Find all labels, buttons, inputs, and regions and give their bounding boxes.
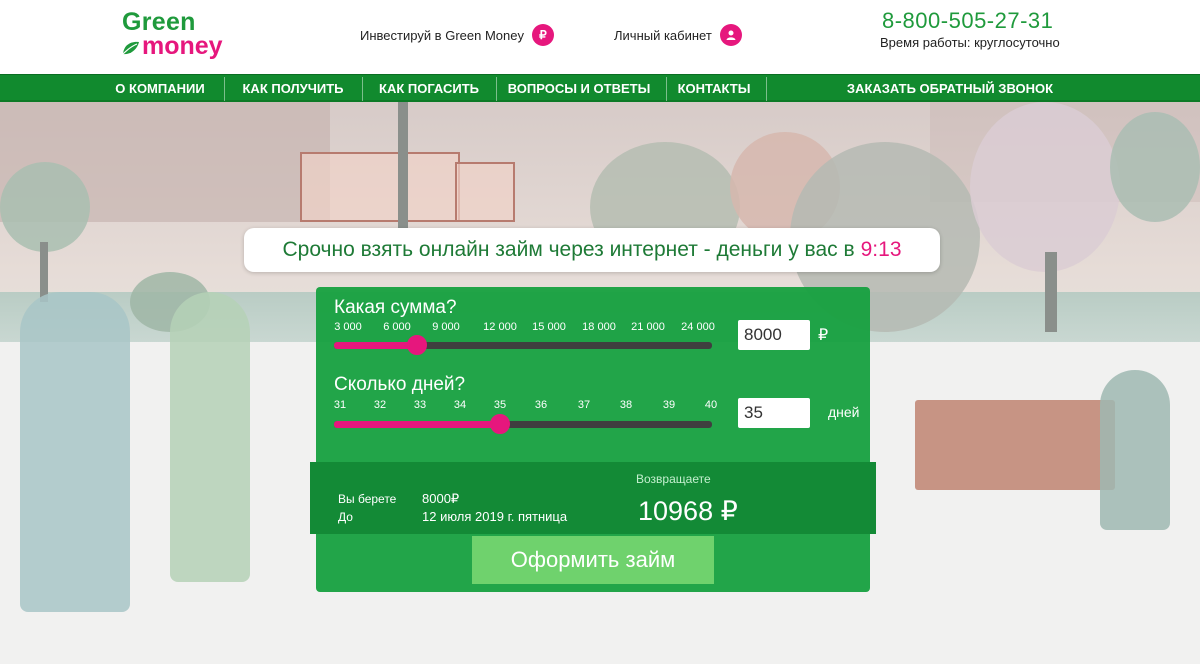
user-icon [719, 24, 742, 46]
money-tree [1110, 112, 1200, 222]
personal-account-link[interactable]: Личный кабинет [614, 24, 742, 46]
street-pole [398, 102, 408, 232]
invest-link[interactable]: Инвестируй в Green Money ₽ [360, 24, 554, 46]
sitting-man-figure [1100, 370, 1170, 530]
amount-tick: 18 000 [582, 321, 616, 333]
apply-loan-button[interactable]: Оформить займ [472, 536, 714, 584]
amount-input[interactable] [738, 320, 810, 350]
nav-divider [362, 77, 363, 101]
days-tick: 34 [453, 399, 467, 411]
nav-divider [496, 77, 497, 101]
nav-item-contacts[interactable]: КОНТАКТЫ [674, 75, 754, 103]
days-tick: 38 [619, 399, 633, 411]
loan-summary: Вы берете 8000₽ До 12 июля 2019 г. пятни… [310, 462, 876, 534]
days-slider-handle[interactable] [490, 414, 511, 434]
days-unit-label: дней [828, 404, 860, 420]
amount-slider-fill [334, 342, 418, 349]
days-tick: 37 [577, 399, 591, 411]
take-value: 8000₽ [422, 491, 460, 506]
banknote-man-figure [20, 292, 130, 612]
nav-item-callback[interactable]: ЗАКАЗАТЬ ОБРАТНЫЙ ЗВОНОК [830, 75, 1070, 103]
amount-tick: 3 000 [334, 321, 362, 333]
nav-item-how-to-repay[interactable]: КАК ПОГАСИТЬ [370, 75, 488, 103]
logo[interactable]: Green money [120, 8, 250, 60]
nav-item-about[interactable]: О КОМПАНИИ [104, 75, 216, 103]
amount-question: Какая сумма? [334, 297, 457, 318]
until-value: 12 июля 2019 г. пятница [422, 509, 568, 524]
phone-number[interactable]: 8-800-505-27-31 [882, 8, 1053, 34]
days-question: Сколько дней? [334, 374, 466, 395]
amount-tick: 21 000 [631, 321, 665, 333]
headline-text: Срочно взять онлайн займ через интернет … [282, 238, 855, 261]
nav-item-how-to-get[interactable]: КАК ПОЛУЧИТЬ [232, 75, 354, 103]
working-hours: Время работы: круглосуточно [880, 35, 1060, 50]
amount-tick: 6 000 [383, 321, 411, 333]
amount-tick: 9 000 [432, 321, 460, 333]
leaf-icon [122, 41, 139, 55]
ruble-icon: ₽ [531, 24, 554, 46]
days-tick: 40 [704, 399, 718, 411]
days-slider[interactable] [334, 414, 712, 434]
amount-ticks: 3 000 6 000 9 000 12 000 15 000 18 000 2… [334, 321, 715, 335]
days-tick: 39 [662, 399, 676, 411]
money-tree [970, 102, 1120, 272]
invest-link-label: Инвестируй в Green Money [360, 27, 524, 43]
hero-headline: Срочно взять онлайн займ через интернет … [244, 228, 940, 272]
days-tick: 31 [333, 399, 347, 411]
until-label: До [338, 510, 353, 524]
return-label: Возвращаете [636, 472, 711, 486]
banknote [455, 162, 515, 222]
personal-account-label: Личный кабинет [614, 27, 712, 43]
nav-divider [666, 77, 667, 101]
headline-time: 9:13 [860, 238, 902, 261]
amount-tick: 24 000 [681, 321, 715, 333]
tree-trunk [1045, 252, 1057, 332]
nav-item-faq[interactable]: ВОПРОСЫ И ОТВЕТЫ [504, 75, 654, 103]
logo-text-money: money [142, 32, 223, 60]
site-header: Green money Инвестируй в Green Money ₽ Л… [0, 0, 1200, 74]
days-tick: 35 [493, 399, 507, 411]
money-tree [0, 162, 90, 252]
amount-tick: 15 000 [532, 321, 566, 333]
amount-tick: 12 000 [483, 321, 517, 333]
return-value: 10968 ₽ [638, 496, 738, 526]
amount-slider-handle[interactable] [407, 335, 428, 355]
nav-divider [224, 77, 225, 101]
days-tick: 32 [373, 399, 387, 411]
days-tick: 33 [413, 399, 427, 411]
take-label: Вы берете [338, 492, 397, 506]
days-ticks: 31 32 33 34 35 36 37 38 39 40 [333, 399, 718, 413]
amount-currency-label: ₽ [818, 327, 829, 344]
days-input[interactable] [738, 398, 810, 428]
banknote-woman-figure [170, 292, 250, 582]
days-tick: 36 [534, 399, 548, 411]
euro-banknote [300, 152, 460, 222]
days-slider-fill [334, 421, 501, 428]
loan-calculator: Какая сумма? 3 000 6 000 9 000 12 000 15… [310, 287, 876, 592]
nav-divider [766, 77, 767, 101]
amount-slider[interactable] [334, 335, 712, 355]
main-nav: О КОМПАНИИ КАК ПОЛУЧИТЬ КАК ПОГАСИТЬ ВОП… [0, 74, 1200, 102]
bench [915, 400, 1115, 490]
